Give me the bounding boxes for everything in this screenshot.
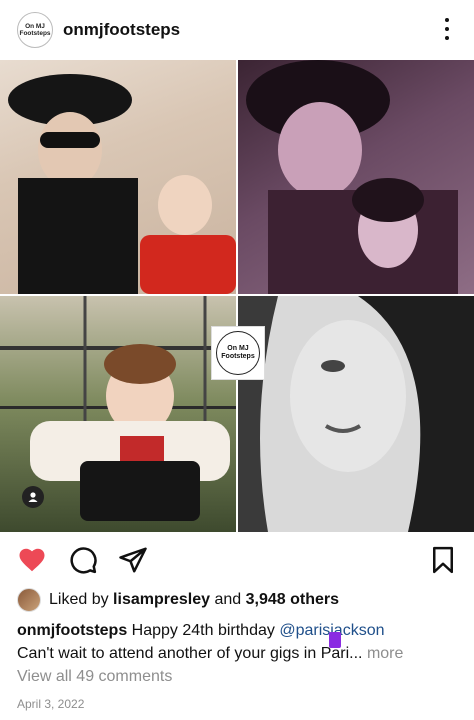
- profile-avatar[interactable]: On MJ Footsteps: [17, 12, 53, 48]
- send-icon[interactable]: [118, 545, 148, 575]
- caption-more-link[interactable]: more: [367, 645, 403, 662]
- caption-line-1: onmjfootsteps Happy 24th birthday @paris…: [17, 619, 457, 642]
- comment-icon[interactable]: [68, 545, 98, 575]
- liker-avatar: [17, 588, 41, 612]
- likes-others-count[interactable]: 3,948 others: [246, 591, 339, 609]
- post-username[interactable]: onmjfootsteps: [63, 20, 180, 40]
- bookmark-icon[interactable]: [428, 545, 458, 575]
- caption-ellipsis: ...: [349, 645, 363, 662]
- watermark-logo: On MJ Footsteps: [211, 326, 265, 380]
- liker-username[interactable]: lisampresley: [113, 591, 210, 609]
- caption-text: Happy 24th birthday: [131, 622, 275, 639]
- caption-username[interactable]: onmjfootsteps: [17, 622, 127, 639]
- person-tag-icon[interactable]: [22, 486, 44, 508]
- post-date: April 3, 2022: [17, 697, 85, 711]
- action-bar: [0, 540, 474, 580]
- photo-collage-tile-1: [0, 60, 236, 294]
- caption-text-continued: Can't wait to attend another of your gig…: [17, 645, 300, 662]
- watermark-text: On MJ Footsteps: [221, 345, 255, 360]
- post-header: On MJ Footsteps onmjfootsteps: [0, 0, 474, 60]
- liked-by-prefix: Liked by: [49, 591, 109, 608]
- caption-line-2: Can't wait to attend another of your gig…: [17, 642, 457, 665]
- likes-summary[interactable]: Liked by lisampresley and 3,948 others: [17, 588, 339, 612]
- more-vertical-icon[interactable]: [441, 14, 453, 44]
- heart-filled-icon[interactable]: [17, 545, 47, 575]
- post-caption: onmjfootsteps Happy 24th birthday @paris…: [17, 619, 457, 665]
- liked-and: and: [214, 591, 242, 608]
- view-comments-link[interactable]: View all 49 comments: [17, 668, 172, 686]
- caption-text-end: in Pari: [303, 645, 350, 662]
- photo-collage-tile-2: [238, 60, 474, 294]
- photo-collage-tile-4: [238, 296, 474, 532]
- touch-indicator: [329, 632, 341, 648]
- post-image[interactable]: On MJ Footsteps: [0, 60, 474, 532]
- avatar-text: On MJ Footsteps: [19, 23, 51, 37]
